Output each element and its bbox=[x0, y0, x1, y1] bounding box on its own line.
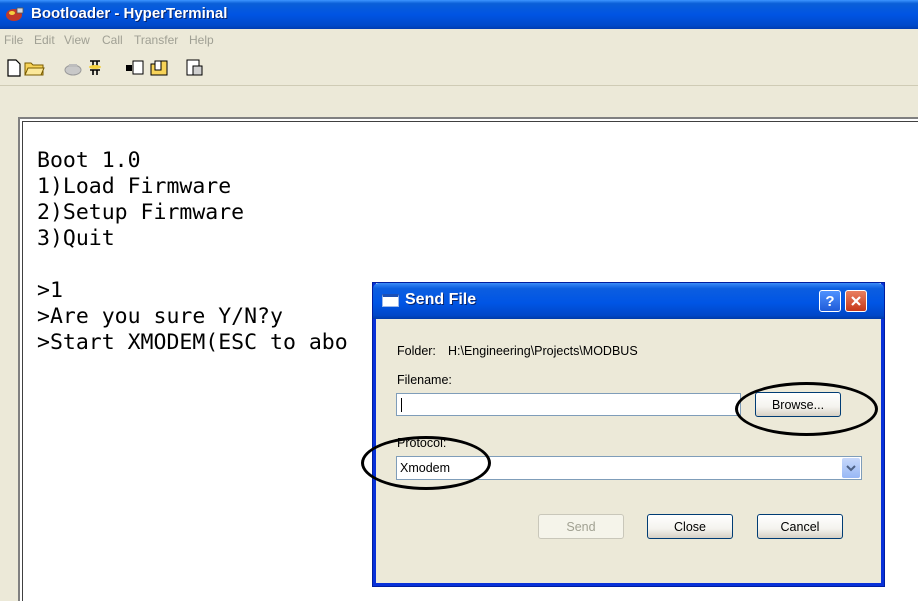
new-icon[interactable] bbox=[3, 57, 25, 79]
terminal-line: >1 bbox=[37, 278, 63, 303]
menu-edit[interactable]: Edit bbox=[34, 33, 55, 47]
send-icon[interactable] bbox=[124, 57, 146, 79]
folder-path: H:\Engineering\Projects\MODBUS bbox=[448, 344, 638, 358]
window-icon bbox=[382, 294, 399, 307]
cancel-button[interactable]: Cancel bbox=[757, 514, 843, 539]
properties-icon[interactable] bbox=[183, 57, 205, 79]
window-title: Bootloader - HyperTerminal bbox=[31, 5, 228, 22]
terminal-line: >Start XMODEM(ESC to abo bbox=[37, 330, 348, 355]
terminal-line: 2)Setup Firmware bbox=[37, 200, 245, 225]
toolbar bbox=[0, 51, 918, 86]
text-caret bbox=[401, 398, 402, 412]
menu-view[interactable]: View bbox=[64, 33, 90, 47]
close-icon bbox=[851, 296, 861, 306]
receive-icon[interactable] bbox=[148, 57, 170, 79]
hyperterminal-icon bbox=[6, 7, 24, 21]
menu-bar: File Edit View Call Transfer Help bbox=[0, 29, 918, 51]
browse-highlight-circle bbox=[735, 382, 878, 436]
close-button[interactable]: Close bbox=[647, 514, 733, 539]
terminal-line: Boot 1.0 bbox=[37, 148, 141, 173]
send-button[interactable]: Send bbox=[538, 514, 624, 539]
filename-label: Filename: bbox=[397, 373, 452, 387]
menu-help[interactable]: Help bbox=[189, 33, 214, 47]
disconnect-icon[interactable] bbox=[84, 57, 106, 79]
open-icon[interactable] bbox=[24, 57, 46, 79]
call-icon[interactable] bbox=[62, 57, 84, 79]
protocol-highlight-circle bbox=[361, 436, 491, 490]
help-icon: ? bbox=[825, 292, 835, 310]
dialog-title: Send File bbox=[405, 291, 477, 308]
dropdown-button[interactable] bbox=[842, 458, 860, 478]
filename-input[interactable] bbox=[396, 393, 741, 416]
menu-file[interactable]: File bbox=[4, 33, 23, 47]
terminal-line: >Are you sure Y/N?y bbox=[37, 304, 283, 329]
terminal-line: 3)Quit bbox=[37, 226, 115, 251]
menu-transfer[interactable]: Transfer bbox=[134, 33, 178, 47]
folder-label: Folder: bbox=[397, 344, 436, 358]
close-window-button[interactable] bbox=[845, 290, 867, 312]
menu-call[interactable]: Call bbox=[102, 33, 123, 47]
dialog-title-bar[interactable]: Send File ? bbox=[373, 283, 884, 319]
help-button[interactable]: ? bbox=[819, 290, 841, 312]
window-title-bar[interactable]: Bootloader - HyperTerminal bbox=[0, 0, 918, 29]
chevron-down-icon bbox=[846, 465, 856, 472]
terminal-line: 1)Load Firmware bbox=[37, 174, 232, 199]
